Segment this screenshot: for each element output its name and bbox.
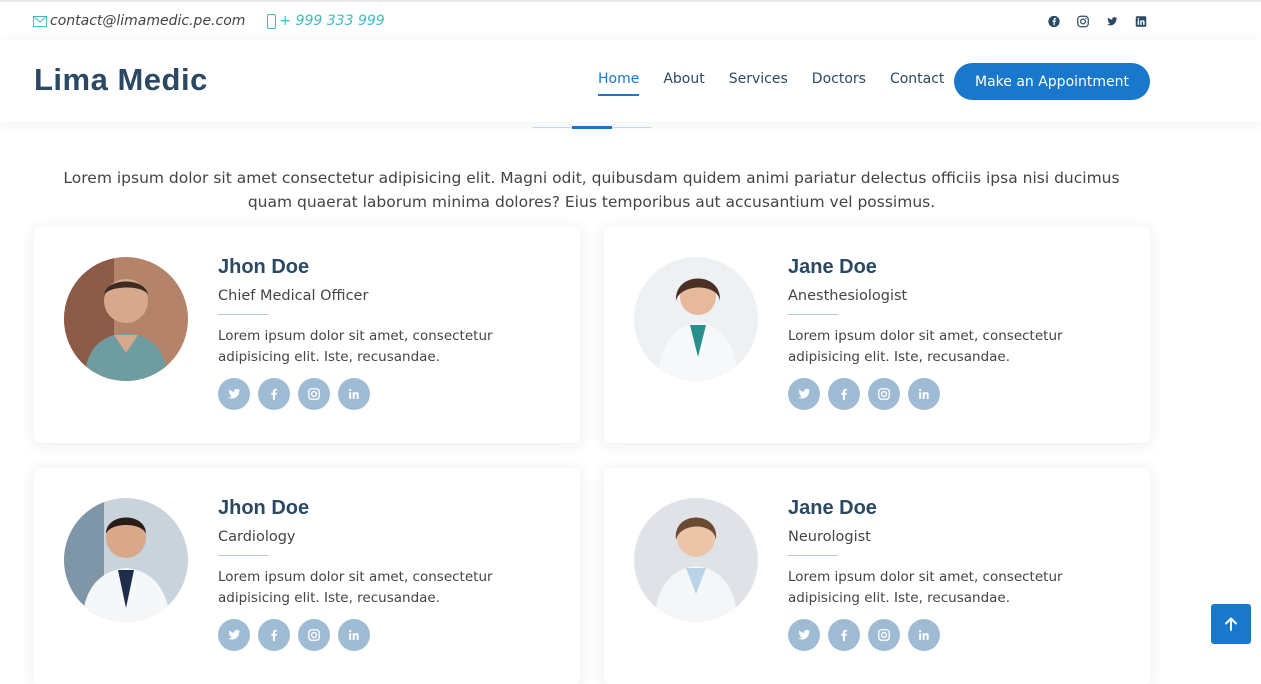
- doctor-name: Jhon Doe: [218, 497, 310, 519]
- doctor-description: Lorem ipsum dolor sit amet, consectetur …: [218, 569, 493, 606]
- twitter-icon[interactable]: [788, 378, 820, 410]
- facebook-icon[interactable]: [828, 619, 860, 651]
- topbar: contact@limamedic.pe.com + 999 333 999: [0, 0, 1261, 40]
- linkedin-icon[interactable]: [338, 619, 370, 651]
- divider: [218, 555, 268, 556]
- twitter-icon[interactable]: [218, 378, 250, 410]
- phone-text: + 999 333 999: [279, 13, 385, 29]
- doctor-description: Lorem ipsum dolor sit amet, consectetur …: [218, 328, 493, 365]
- nav-home[interactable]: Home: [598, 71, 640, 96]
- divider: [788, 314, 838, 315]
- instagram-icon[interactable]: [298, 378, 330, 410]
- phone-icon: [267, 13, 277, 29]
- twitter-icon[interactable]: [1106, 14, 1121, 29]
- linkedin-icon[interactable]: [338, 378, 370, 410]
- doctor-card: Jhon Doe Chief Medical Officer Lorem ips…: [34, 227, 580, 443]
- twitter-icon[interactable]: [788, 619, 820, 651]
- main-nav: Home About Services Doctors Contact: [598, 71, 968, 96]
- instagram-icon[interactable]: [298, 619, 330, 651]
- instagram-icon[interactable]: [868, 619, 900, 651]
- envelope-icon: [33, 15, 47, 27]
- nav-doctors[interactable]: Doctors: [812, 71, 866, 96]
- logo[interactable]: Lima Medic: [34, 62, 208, 98]
- doctor-role: Cardiology: [218, 529, 296, 545]
- back-to-top-button[interactable]: [1211, 604, 1251, 644]
- twitter-icon[interactable]: [218, 619, 250, 651]
- nav-contact[interactable]: Contact: [890, 71, 944, 96]
- section-title-divider: [532, 126, 652, 129]
- divider: [218, 314, 268, 315]
- doctor-info: Jhon Doe Chief Medical Officer Lorem ips…: [218, 256, 558, 410]
- doctor-role: Chief Medical Officer: [218, 288, 369, 304]
- doctor-info: Jane Doe Anesthesiologist Lorem ipsum do…: [788, 256, 1128, 410]
- topbar-social: [1048, 14, 1150, 29]
- nav-about[interactable]: About: [663, 71, 704, 96]
- instagram-icon[interactable]: [868, 378, 900, 410]
- doctor-photo: [64, 257, 188, 381]
- doctor-name: Jhon Doe: [218, 256, 310, 278]
- header: Lima Medic Home About Services Doctors C…: [0, 40, 1261, 122]
- email-link[interactable]: contact@limamedic.pe.com: [33, 13, 245, 29]
- linkedin-icon[interactable]: [908, 619, 940, 651]
- linkedin-icon[interactable]: [1135, 14, 1150, 29]
- doctor-social-links: [218, 619, 558, 651]
- linkedin-icon[interactable]: [908, 378, 940, 410]
- doctor-card: Jane Doe Anesthesiologist Lorem ipsum do…: [604, 227, 1150, 443]
- topbar-contact: contact@limamedic.pe.com + 999 333 999: [33, 13, 385, 29]
- email-text: contact@limamedic.pe.com: [50, 13, 246, 29]
- doctor-description: Lorem ipsum dolor sit amet, consectetur …: [788, 569, 1063, 606]
- section-intro: Lorem ipsum dolor sit amet consectetur a…: [63, 168, 1120, 211]
- doctor-card: Jane Doe Neurologist Lorem ipsum dolor s…: [604, 468, 1150, 684]
- facebook-icon[interactable]: [828, 378, 860, 410]
- divider: [788, 555, 838, 556]
- doctor-social-links: [788, 619, 1128, 651]
- doctor-name: Jane Doe: [788, 256, 877, 278]
- doctor-card: Jhon Doe Cardiology Lorem ipsum dolor si…: [34, 468, 580, 684]
- doctor-social-links: [218, 378, 558, 410]
- facebook-icon[interactable]: [258, 378, 290, 410]
- appointment-button[interactable]: Make an Appointment: [954, 63, 1150, 100]
- doctor-photo: [64, 498, 188, 622]
- doctor-role: Neurologist: [788, 529, 871, 545]
- doctor-social-links: [788, 378, 1128, 410]
- doctor-photo: [634, 257, 758, 381]
- doctor-name: Jane Doe: [788, 497, 877, 519]
- doctor-description: Lorem ipsum dolor sit amet, consectetur …: [788, 328, 1063, 365]
- doctor-info: Jhon Doe Cardiology Lorem ipsum dolor si…: [218, 497, 558, 651]
- facebook-icon[interactable]: [1048, 14, 1063, 29]
- phone-link[interactable]: + 999 333 999: [267, 13, 385, 29]
- arrow-up-icon: [1225, 617, 1237, 631]
- doctor-photo: [634, 498, 758, 622]
- doctor-info: Jane Doe Neurologist Lorem ipsum dolor s…: [788, 497, 1128, 651]
- facebook-icon[interactable]: [258, 619, 290, 651]
- instagram-icon[interactable]: [1077, 14, 1092, 29]
- nav-services[interactable]: Services: [729, 71, 788, 96]
- doctor-role: Anesthesiologist: [788, 288, 908, 304]
